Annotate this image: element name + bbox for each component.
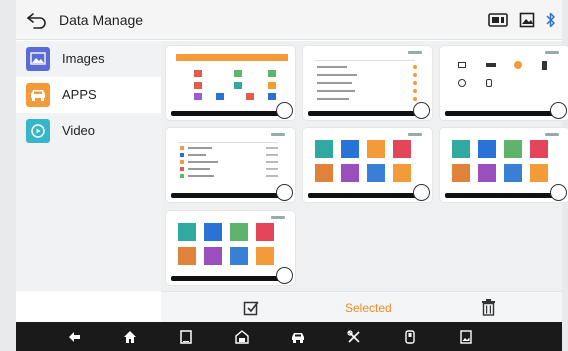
select-checkbox[interactable] (276, 102, 293, 119)
image-icon (26, 47, 50, 71)
garage-icon[interactable] (234, 329, 250, 345)
sidebar-item-images[interactable]: Images (16, 41, 161, 77)
status-mark (271, 133, 285, 136)
back-icon[interactable] (67, 329, 83, 345)
sidebar-item-label: Video (62, 123, 96, 138)
play-icon (26, 119, 50, 143)
app-thumbnail[interactable] (303, 128, 432, 202)
home-icon[interactable] (122, 329, 138, 345)
app-thumbnail[interactable] (166, 128, 295, 202)
select-checkbox[interactable] (413, 184, 430, 201)
sidebar: Images APPS Video (16, 41, 161, 291)
thumbnail-bar (171, 111, 281, 116)
app-thumbnail[interactable] (166, 46, 295, 120)
right-bezel (562, 322, 568, 351)
status-mark (408, 51, 422, 54)
thumbnail-bar (445, 111, 555, 116)
sidebar-item-video[interactable]: Video (16, 113, 161, 149)
select-checkbox[interactable] (276, 267, 293, 284)
back-arrow-icon[interactable] (26, 11, 48, 29)
select-checkbox[interactable] (550, 102, 567, 119)
left-bezel (0, 322, 16, 351)
video-clip-icon[interactable] (488, 12, 508, 28)
action-bar: Selected (161, 291, 562, 322)
car-icon (26, 83, 50, 107)
status-mark (408, 133, 422, 136)
tools-icon[interactable] (346, 329, 362, 345)
left-bezel (0, 0, 16, 322)
thumbnail-bar (171, 276, 281, 281)
status-mark (545, 133, 559, 136)
app-thumbnail[interactable] (440, 46, 568, 120)
select-checkbox[interactable] (276, 184, 293, 201)
bluetooth-icon[interactable] (544, 12, 558, 28)
vci-connector-icon[interactable] (402, 329, 418, 345)
title-bar: Data Manage (16, 0, 562, 40)
recent-apps-icon[interactable] (178, 329, 194, 345)
thumbnail-bar (445, 193, 555, 198)
sidebar-item-label: APPS (62, 87, 97, 102)
page-title: Data Manage (59, 12, 144, 28)
select-checkbox[interactable] (550, 184, 567, 201)
app-thumbnail[interactable] (303, 46, 432, 120)
select-all-icon[interactable] (243, 299, 260, 316)
thumbnail-grid (161, 41, 568, 291)
select-checkbox[interactable] (413, 102, 430, 119)
sidebar-item-apps[interactable]: APPS (16, 77, 161, 113)
screenshot-icon[interactable] (458, 329, 474, 345)
screenshot-icon[interactable] (519, 12, 535, 28)
app-thumbnail[interactable] (166, 211, 295, 285)
thumbnail-bar (308, 193, 418, 198)
system-nav-bar (16, 322, 562, 351)
status-mark (271, 216, 285, 219)
delete-icon[interactable] (481, 299, 496, 316)
app-thumbnail[interactable] (440, 128, 568, 202)
sidebar-item-label: Images (62, 51, 105, 66)
status-mark (545, 51, 559, 54)
thumbnail-bar (171, 193, 281, 198)
car-icon[interactable] (290, 329, 306, 345)
thumbnail-bar (308, 111, 418, 116)
selected-count-label: Selected (345, 301, 392, 315)
